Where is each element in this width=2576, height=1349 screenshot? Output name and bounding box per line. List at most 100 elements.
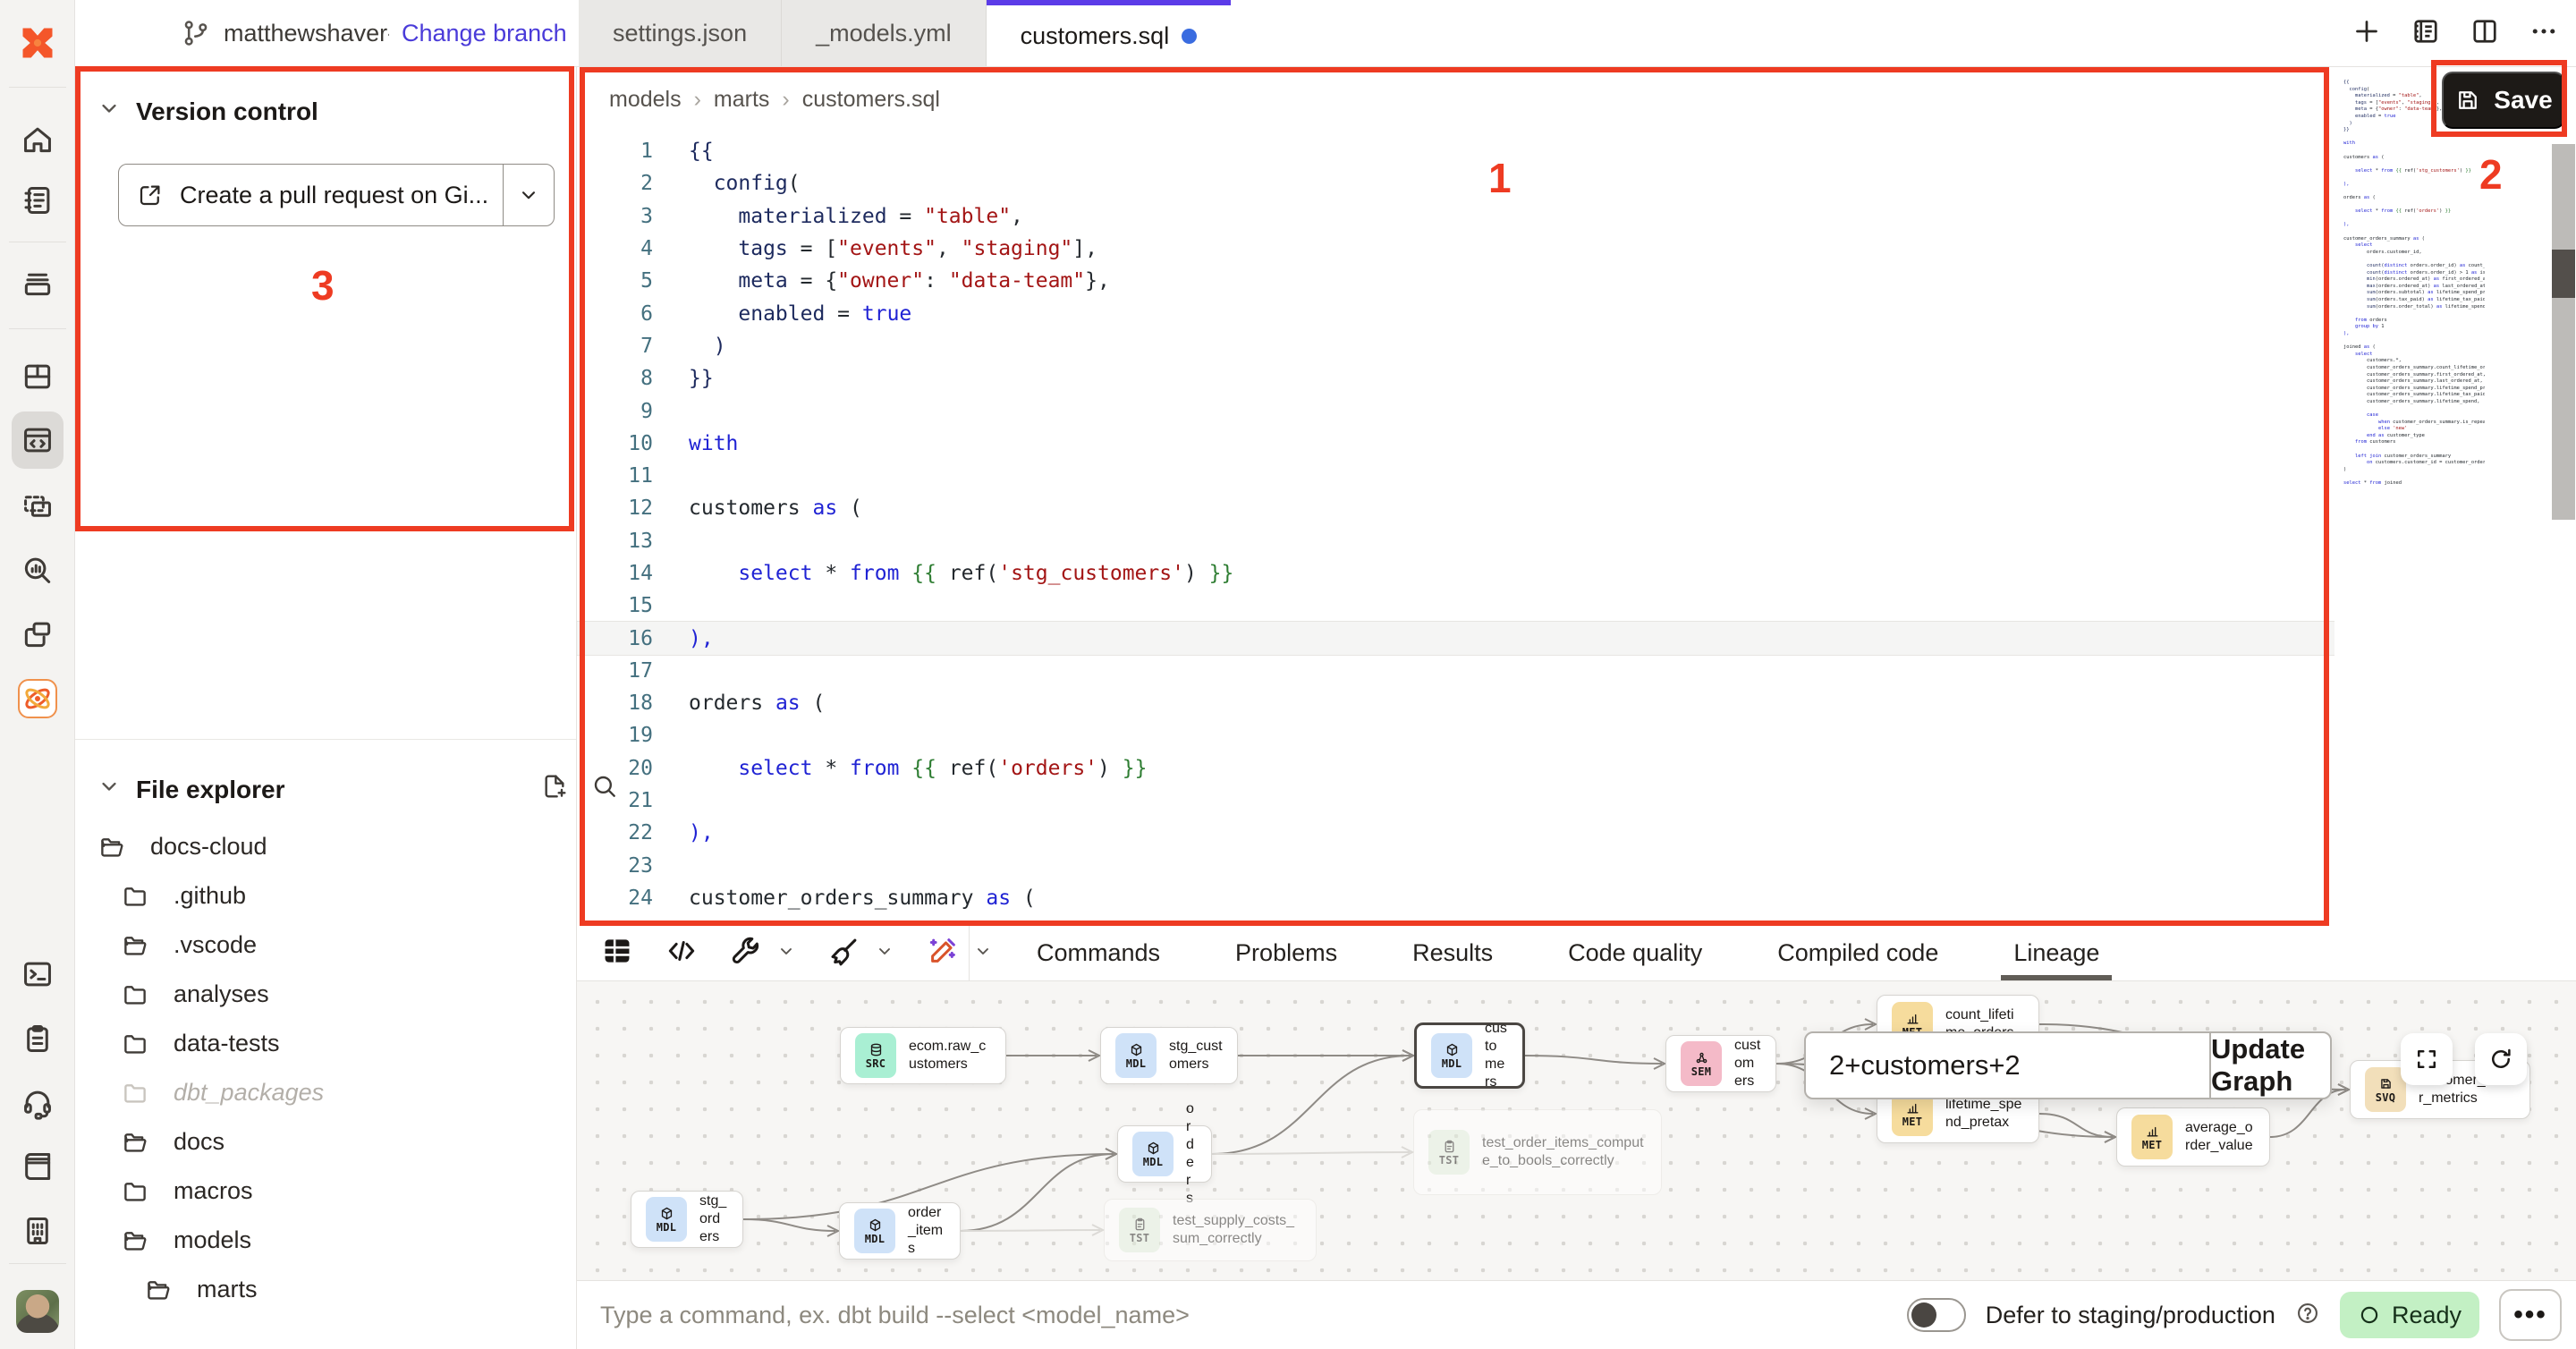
lint-button[interactable] [827,934,861,972]
scrollbar[interactable] [2552,144,2575,520]
tree-item-.vscode[interactable]: .vscode [75,921,576,970]
tree-item-docs[interactable]: docs [75,1117,576,1167]
tree-item-analyses[interactable]: analyses [75,970,576,1019]
chevron-down-icon[interactable] [990,940,994,966]
code-line-19[interactable]: 19 [577,719,2334,751]
tree-item-macros[interactable]: macros [75,1167,576,1216]
lineage-node-stg_customers[interactable]: MDLstg_customers [1100,1027,1238,1084]
lineage-node-orders[interactable]: MDLorders [1117,1125,1212,1183]
nav-home-icon[interactable] [18,120,57,159]
nav-account-icon[interactable] [18,1211,57,1251]
code-line-23[interactable]: 23 [577,850,2334,882]
fullscreen-button[interactable] [2401,1033,2453,1085]
code-line-13[interactable]: 13 [577,525,2334,557]
code-line-16[interactable]: 16), [577,622,2334,654]
update-graph-button[interactable]: Update Graph [2209,1033,2330,1098]
tab-settings.json[interactable]: settings.json [579,0,782,66]
minimap[interactable]: {{ config( materialized = "table", tags … [2343,80,2485,509]
copilot-fix-button[interactable] [926,934,960,972]
lineage-node-ecom.raw_customers[interactable]: SRCecom.raw_customers [840,1027,1006,1084]
nav-support-icon[interactable] [18,1083,57,1123]
nav-canvas-icon[interactable] [18,487,57,526]
tree-item-docs-cloud[interactable]: docs-cloud [75,822,576,871]
chevron-down-icon[interactable] [97,96,122,127]
code-line-1[interactable]: 1{{ [577,135,2334,167]
nav-docs-icon[interactable] [18,1147,57,1186]
nav-notebooks-icon[interactable] [18,181,57,220]
create-pr-caret-button[interactable] [504,165,554,225]
lineage-node-customers[interactable]: MDLcustomers [1414,1022,1525,1089]
compile-button[interactable] [665,934,699,972]
save-button[interactable]: Save [2442,72,2565,129]
search-files-icon[interactable] [590,772,619,801]
nav-jobs-icon[interactable] [18,263,57,302]
refresh-button[interactable] [2475,1033,2527,1085]
user-avatar[interactable] [16,1290,59,1333]
nav-catalog-icon[interactable] [18,550,57,590]
nav-copilot-icon[interactable] [18,679,57,718]
chevron-down-icon[interactable] [793,940,797,966]
lineage-node-test_supply_costs_sum_correctly[interactable]: TSTtest_supply_costs_sum_correctly [1104,1199,1317,1261]
nav-orchestration-icon[interactable] [18,615,57,654]
code-line-10[interactable]: 10with [577,428,2334,460]
ellipsis-icon[interactable] [2528,15,2560,52]
code-line-12[interactable]: 12customers as ( [577,492,2334,524]
tab-_models.yml[interactable]: _models.yml [782,0,987,66]
change-branch-link[interactable]: Change branch [402,20,567,47]
breadcrumb-item[interactable]: customers.sql [802,87,940,113]
lineage-node-order_items[interactable]: MDLorder_items [839,1202,961,1260]
code-line-14[interactable]: 14 select * from {{ ref('stg_customers')… [577,557,2334,590]
split-view-icon[interactable] [2469,15,2501,52]
panel-tab-results[interactable]: Results [1375,925,1530,980]
code-line-21[interactable]: 21 [577,785,2334,817]
help-icon[interactable] [2295,1301,2320,1330]
panel-tab-code-quality[interactable]: Code quality [1530,925,1740,980]
nav-terminal-icon[interactable] [18,954,57,994]
panel-tab-problems[interactable]: Problems [1198,925,1375,980]
branch-name[interactable]: matthewshaver-patc [224,20,389,47]
tree-item-marts[interactable]: marts [75,1265,576,1314]
outline-panel-icon[interactable] [2410,15,2442,52]
code-line-22[interactable]: 22), [577,817,2334,849]
tab-customers.sql[interactable]: customers.sql [987,0,1232,66]
code-line-24[interactable]: 24customer_orders_summary as ( [577,882,2334,914]
lineage-canvas[interactable]: SRCecom.raw_customers MDLstg_customers MDL… [577,981,2576,1280]
code-line-2[interactable]: 2 config( [577,167,2334,199]
code-line-5[interactable]: 5 meta = {"owner": "data-team"}, [577,265,2334,297]
panel-tab-lineage[interactable]: Lineage [1976,925,2137,980]
preview-button[interactable] [600,934,634,972]
scrollbar-thumb[interactable] [2552,250,2575,298]
lineage-node-test_order_items_compute_to_bools_correctly[interactable]: TSTtest_order_items_compute_to_bools_cor… [1413,1109,1662,1195]
tree-item-.github[interactable]: .github [75,871,576,921]
nav-notes-icon[interactable] [18,1019,57,1058]
defer-toggle[interactable] [1907,1298,1966,1332]
code-line-18[interactable]: 18orders as ( [577,687,2334,719]
lineage-node-average_order_value[interactable]: METaverage_order_value [2116,1107,2270,1167]
breadcrumb-item[interactable]: marts [714,87,770,113]
tree-item-models[interactable]: models [75,1216,576,1265]
nav-dashboards-icon[interactable] [18,357,57,396]
code-line-7[interactable]: 7 ) [577,330,2334,362]
panel-tab-commands[interactable]: Commands [999,925,1198,980]
tree-item-data-tests[interactable]: data-tests [75,1019,576,1068]
code-lines[interactable]: 1{{2 config(3 materialized = "table",4 t… [577,135,2334,914]
code-line-15[interactable]: 15 [577,590,2334,622]
lineage-selector-input[interactable] [1806,1033,2209,1098]
code-line-11[interactable]: 11 [577,460,2334,492]
command-input[interactable]: Type a command, ex. dbt build --select <… [600,1281,1674,1349]
code-line-6[interactable]: 6 enabled = true [577,297,2334,329]
chevron-down-icon[interactable] [892,940,895,966]
new-tab-icon[interactable] [2351,15,2383,52]
lineage-node-stg_orders[interactable]: MDLstg_orders [631,1191,743,1248]
create-pr-button[interactable]: Create a pull request on Gi... [119,165,504,225]
code-line-3[interactable]: 3 materialized = "table", [577,200,2334,233]
more-options-button[interactable]: ••• [2499,1289,2562,1341]
code-line-9[interactable]: 9 [577,395,2334,427]
code-line-20[interactable]: 20 select * from {{ ref('orders') }} [577,752,2334,785]
panel-tab-compiled-code[interactable]: Compiled code [1740,925,1976,980]
breadcrumb-item[interactable]: models [609,87,682,113]
build-button[interactable] [729,934,763,972]
new-file-icon[interactable] [540,772,569,801]
chevron-down-icon[interactable] [97,774,122,805]
code-line-17[interactable]: 17 [577,655,2334,687]
